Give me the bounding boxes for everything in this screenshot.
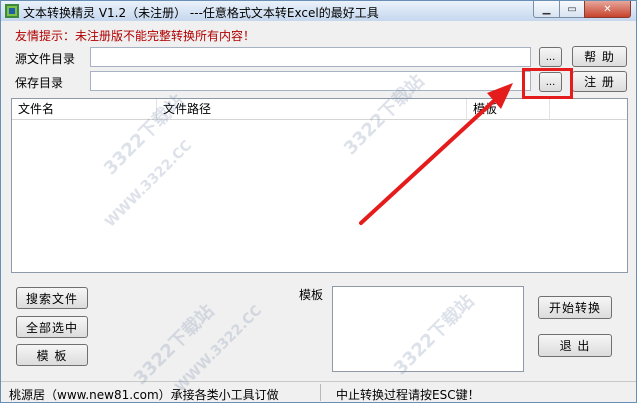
annotation-arrow-icon [359,83,513,225]
app-window: 文本转换精灵 V1.2（未注册） ---任意格式文本转Excel的最好工具 ▁ … [0,0,637,403]
